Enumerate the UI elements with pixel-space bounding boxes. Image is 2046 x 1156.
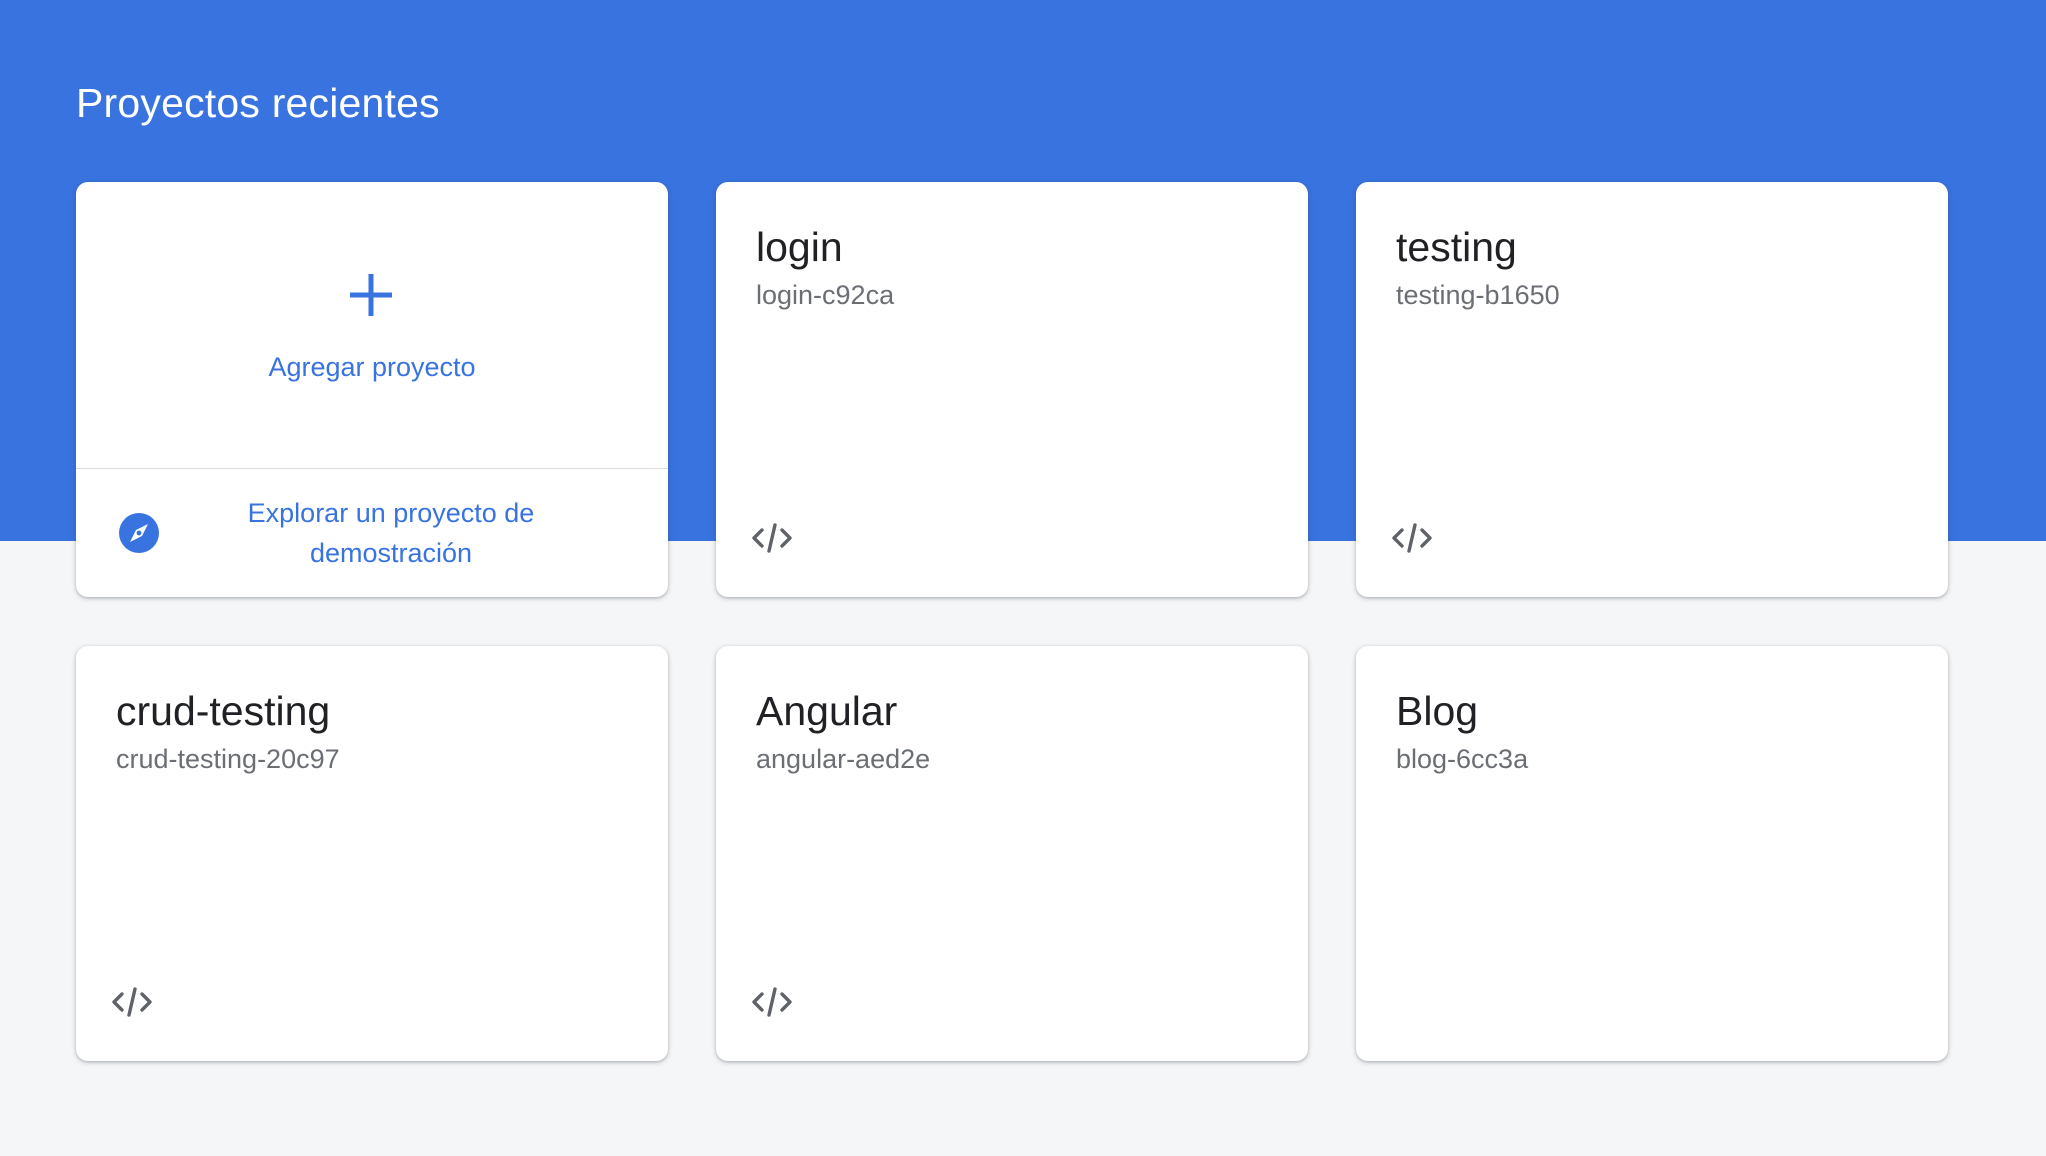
plus-icon bbox=[350, 274, 392, 316]
project-name: testing bbox=[1396, 224, 1517, 270]
project-name: Angular bbox=[756, 688, 898, 734]
project-name: crud-testing bbox=[116, 688, 331, 734]
page-title: Proyectos recientes bbox=[76, 80, 440, 126]
project-card-testing[interactable]: testing testing-b1650 bbox=[1356, 182, 1948, 597]
project-id: blog-6cc3a bbox=[1396, 744, 1529, 774]
project-id: crud-testing-20c97 bbox=[116, 744, 340, 774]
code-icon bbox=[1392, 523, 1432, 553]
code-icon bbox=[752, 523, 792, 553]
compass-icon bbox=[119, 513, 159, 553]
add-project-label: Agregar proyecto bbox=[268, 352, 476, 382]
project-card-angular[interactable]: Angular angular-aed2e bbox=[716, 646, 1308, 1061]
project-name: login bbox=[756, 224, 843, 270]
code-icon bbox=[112, 987, 152, 1017]
add-project-card: Agregar proyecto Explorar un proyecto de… bbox=[76, 182, 668, 597]
project-card-login[interactable]: login login-c92ca bbox=[716, 182, 1308, 597]
project-name: Blog bbox=[1396, 688, 1479, 734]
project-id: angular-aed2e bbox=[756, 744, 931, 774]
project-id: testing-b1650 bbox=[1396, 280, 1560, 310]
project-card-crud-testing[interactable]: crud-testing crud-testing-20c97 bbox=[76, 646, 668, 1061]
explore-demo-project-link[interactable]: Explorar un proyecto de demostración bbox=[76, 469, 668, 597]
add-project-button[interactable]: Agregar proyecto bbox=[76, 182, 668, 468]
project-card-blog[interactable]: Blog blog-6cc3a bbox=[1356, 646, 1948, 1061]
explore-demo-label: Explorar un proyecto de demostración bbox=[247, 498, 535, 568]
code-icon bbox=[752, 987, 792, 1017]
project-id: login-c92ca bbox=[756, 280, 895, 310]
